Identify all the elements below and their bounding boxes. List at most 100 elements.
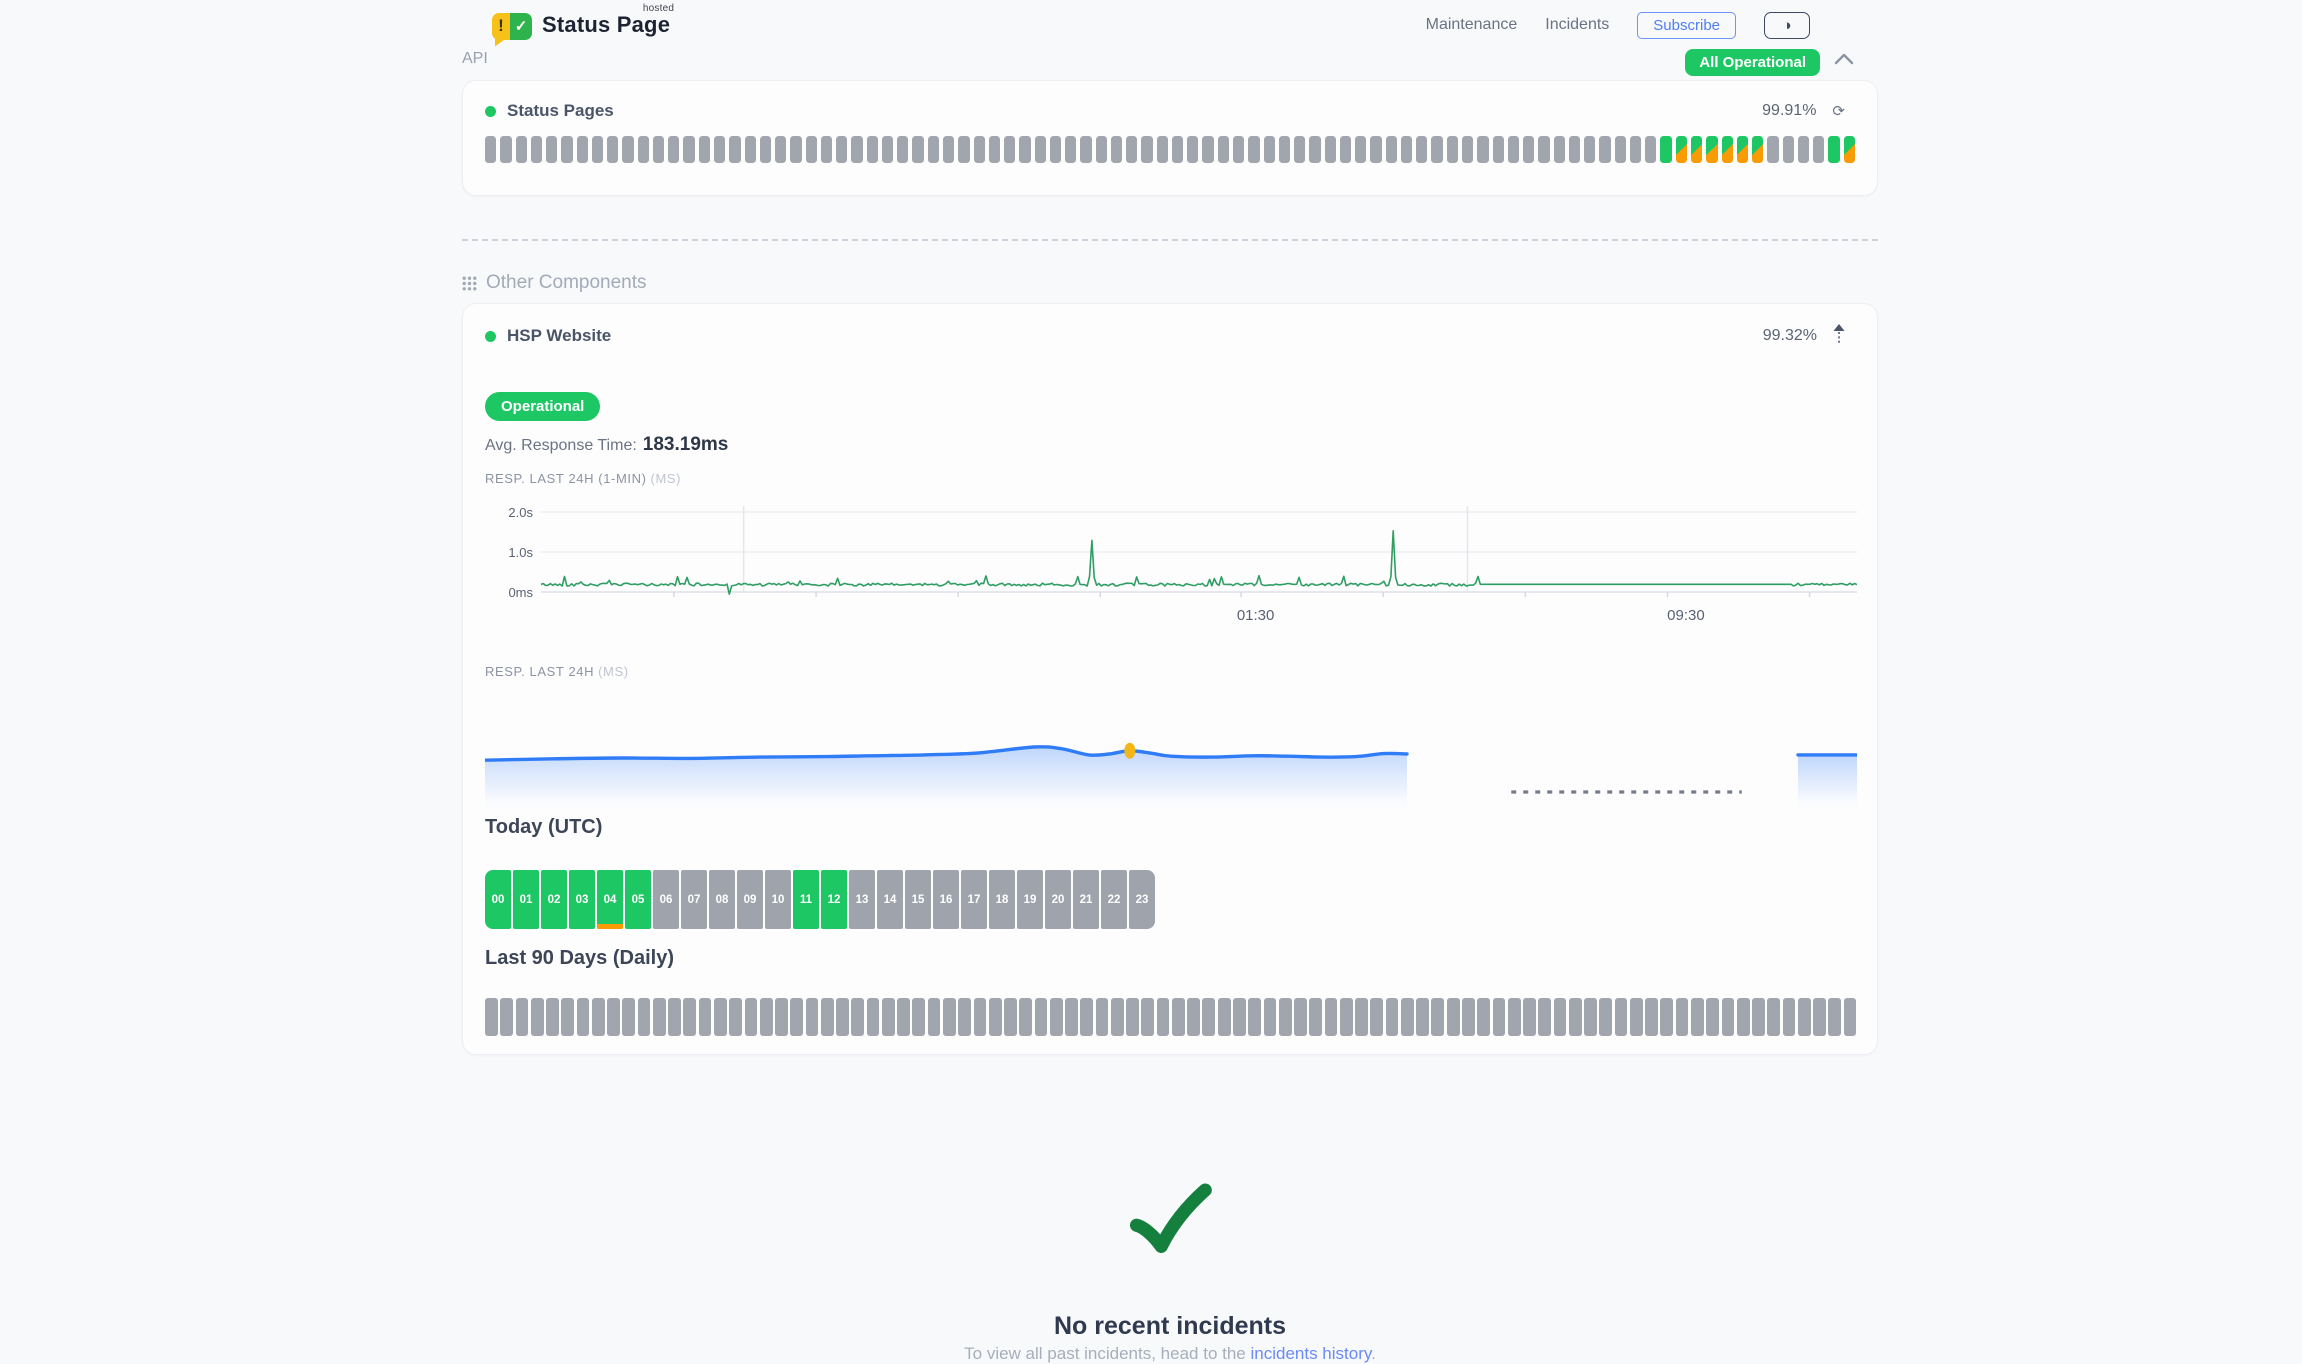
day-bar[interactable] <box>775 998 788 1036</box>
uptime-bar[interactable] <box>851 136 862 163</box>
response-time-area-chart[interactable] <box>485 680 1857 810</box>
day-bar[interactable] <box>836 998 849 1036</box>
day-bar[interactable] <box>1233 998 1246 1036</box>
uptime-bar[interactable] <box>790 136 801 163</box>
hour-cell-06[interactable]: 06 <box>653 870 679 929</box>
hour-cell-23[interactable]: 23 <box>1129 870 1155 929</box>
day-bar[interactable] <box>1767 998 1780 1036</box>
uptime-bar[interactable] <box>1294 136 1305 163</box>
hour-cell-12[interactable]: 12 <box>821 870 847 929</box>
day-bar[interactable] <box>1783 998 1796 1036</box>
hour-cell-17[interactable]: 17 <box>961 870 987 929</box>
uptime-bar[interactable] <box>1416 136 1427 163</box>
uptime-bar[interactable] <box>943 136 954 163</box>
day-bar[interactable] <box>760 998 773 1036</box>
day-bar[interactable] <box>1691 998 1704 1036</box>
uptime-bar[interactable] <box>928 136 939 163</box>
uptime-bar[interactable] <box>1783 136 1794 163</box>
uptime-bar[interactable] <box>1080 136 1091 163</box>
day-bar[interactable] <box>867 998 880 1036</box>
uptime-bar[interactable] <box>699 136 710 163</box>
day-bar[interactable] <box>1325 998 1338 1036</box>
day-bar[interactable] <box>638 998 651 1036</box>
day-bar[interactable] <box>1523 998 1536 1036</box>
day-bar[interactable] <box>1508 998 1521 1036</box>
uptime-bar[interactable] <box>821 136 832 163</box>
day-bar[interactable] <box>1172 998 1185 1036</box>
uptime-bar[interactable] <box>882 136 893 163</box>
uptime-bar[interactable] <box>1447 136 1458 163</box>
day-bar[interactable] <box>1447 998 1460 1036</box>
uptime-bar[interactable] <box>1264 136 1275 163</box>
day-bar[interactable] <box>912 998 925 1036</box>
day-bar[interactable] <box>1019 998 1032 1036</box>
day-bar[interactable] <box>1493 998 1506 1036</box>
day-bar[interactable] <box>561 998 574 1036</box>
day-bar[interactable] <box>699 998 712 1036</box>
uptime-bar[interactable] <box>1462 136 1473 163</box>
day-bar[interactable] <box>1264 998 1277 1036</box>
uptime-bar[interactable] <box>1645 136 1656 163</box>
uptime-bar[interactable] <box>1599 136 1610 163</box>
uptime-bar[interactable] <box>1401 136 1412 163</box>
uptime-bar[interactable] <box>1157 136 1168 163</box>
uptime-bar[interactable] <box>897 136 908 163</box>
day-bar[interactable] <box>1752 998 1765 1036</box>
day-bar[interactable] <box>714 998 727 1036</box>
uptime-bar[interactable] <box>1004 136 1015 163</box>
hour-cell-16[interactable]: 16 <box>933 870 959 929</box>
day-bar[interactable] <box>1401 998 1414 1036</box>
uptime-bar[interactable] <box>577 136 588 163</box>
hour-cell-03[interactable]: 03 <box>569 870 595 929</box>
uptime-bar[interactable] <box>1386 136 1397 163</box>
uptime-bar[interactable] <box>638 136 649 163</box>
uptime-bar[interactable] <box>1355 136 1366 163</box>
day-bar[interactable] <box>1722 998 1735 1036</box>
day-bar[interactable] <box>821 998 834 1036</box>
uptime-bar[interactable] <box>1370 136 1381 163</box>
hour-cell-04[interactable]: 04 <box>597 870 623 929</box>
day-bar[interactable] <box>745 998 758 1036</box>
uptime-bar[interactable] <box>1202 136 1213 163</box>
day-bar[interactable] <box>1050 998 1063 1036</box>
uptime-bar[interactable] <box>1309 136 1320 163</box>
day-bar[interactable] <box>1813 998 1826 1036</box>
day-bar[interactable] <box>806 998 819 1036</box>
day-bar[interactable] <box>1248 998 1261 1036</box>
day-bar[interactable] <box>1202 998 1215 1036</box>
uptime-bar[interactable] <box>1706 136 1717 163</box>
day-bar[interactable] <box>897 998 910 1036</box>
uptime-bar[interactable] <box>592 136 603 163</box>
hour-cell-01[interactable]: 01 <box>513 870 539 929</box>
uptime-bar[interactable] <box>958 136 969 163</box>
uptime-bar[interactable] <box>974 136 985 163</box>
uptime-bar[interactable] <box>531 136 542 163</box>
day-bar[interactable] <box>1599 998 1612 1036</box>
hour-cell-02[interactable]: 02 <box>541 870 567 929</box>
uptime-bar[interactable] <box>1172 136 1183 163</box>
day-bar[interactable] <box>1035 998 1048 1036</box>
uptime-bar[interactable] <box>1737 136 1748 163</box>
day-bar[interactable] <box>1126 998 1139 1036</box>
day-bar[interactable] <box>485 998 498 1036</box>
component-hsp-website[interactable]: HSP Website <box>485 326 611 346</box>
day-bar[interactable] <box>851 998 864 1036</box>
day-bar[interactable] <box>1431 998 1444 1036</box>
day-bar[interactable] <box>516 998 529 1036</box>
hour-cell-22[interactable]: 22 <box>1101 870 1127 929</box>
hour-cell-10[interactable]: 10 <box>765 870 791 929</box>
subscribe-button[interactable]: Subscribe <box>1637 12 1736 39</box>
uptime-bar[interactable] <box>500 136 511 163</box>
nav-maintenance[interactable]: Maintenance <box>1426 16 1518 34</box>
day-bar[interactable] <box>974 998 987 1036</box>
uptime-bar[interactable] <box>836 136 847 163</box>
uptime-bar[interactable] <box>1844 136 1855 163</box>
day-bar[interactable] <box>1538 998 1551 1036</box>
highlight-marker[interactable] <box>1124 743 1135 759</box>
day-bar[interactable] <box>989 998 1002 1036</box>
day-bar[interactable] <box>1798 998 1811 1036</box>
day-bar[interactable] <box>943 998 956 1036</box>
uptime-bar[interactable] <box>1096 136 1107 163</box>
component-status-pages[interactable]: Status Pages <box>485 101 614 121</box>
day-bar[interactable] <box>1294 998 1307 1036</box>
